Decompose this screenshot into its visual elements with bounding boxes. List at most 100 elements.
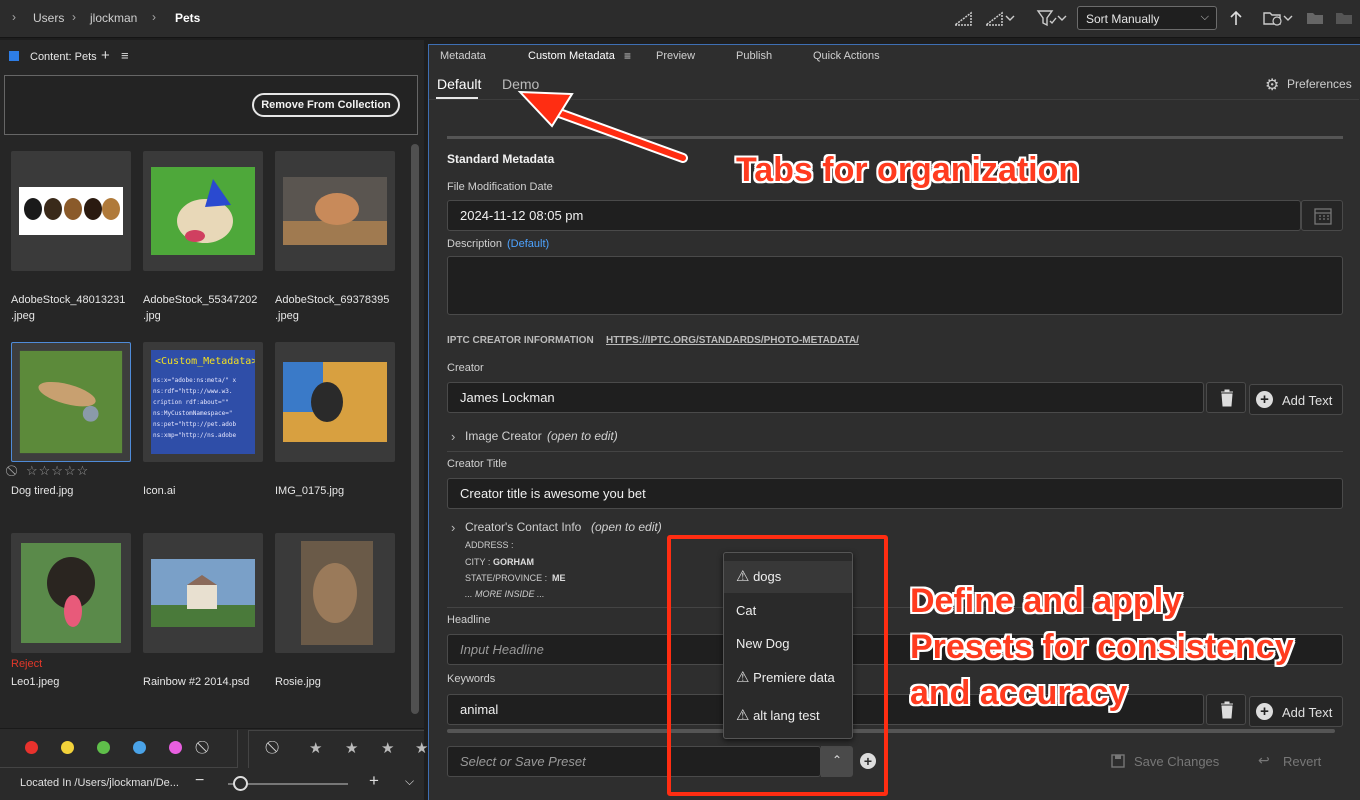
asset-thumbnail[interactable] — [11, 533, 131, 653]
creator-title-label: Creator Title — [447, 458, 507, 470]
asset-thumbnail[interactable] — [275, 533, 395, 653]
label-yellow-icon[interactable] — [61, 741, 74, 754]
thumbnail-size-small-icon[interactable] — [953, 9, 973, 27]
chevron-down-icon: ⌵ — [1200, 11, 1209, 23]
zoom-in-icon[interactable]: + — [369, 771, 379, 791]
label-purple-icon[interactable] — [169, 741, 182, 754]
tab-menu-icon[interactable]: ≡ — [624, 49, 631, 63]
sort-select[interactable]: Sort Manually ⌵ — [1077, 6, 1217, 30]
open-to-edit-hint: (open to edit) — [591, 520, 662, 534]
zoom-out-icon[interactable]: − — [195, 772, 204, 790]
calendar-button[interactable] — [1301, 200, 1343, 231]
tab-publish[interactable]: Publish — [736, 50, 772, 62]
file-mod-date-field[interactable]: 2024-11-12 08:05 pm — [447, 200, 1301, 231]
star-icon[interactable]: ★ — [345, 739, 358, 757]
thumbnail-size-large-icon[interactable] — [984, 9, 1016, 27]
breadcrumb-jlockman[interactable]: jlockman — [90, 11, 137, 25]
asset-name: AdobeStock_55347202 .jpg — [143, 294, 258, 322]
icon-ai-title: <Custom_Metadata> — [155, 356, 255, 367]
breadcrumb-pets: Pets — [175, 11, 201, 25]
chevron-right-icon[interactable]: › — [451, 520, 455, 535]
save-icon — [1111, 754, 1125, 768]
chevron-right-icon[interactable]: › — [451, 429, 455, 444]
breadcrumb-users[interactable]: Users — [33, 11, 64, 25]
tab-quick-actions[interactable]: Quick Actions — [813, 50, 880, 62]
description-label: Description — [447, 238, 503, 250]
image-creator-expander[interactable]: Image Creator — [465, 429, 542, 443]
recent-folder-icon[interactable] — [1262, 9, 1294, 27]
zoom-slider-handle[interactable] — [233, 776, 248, 791]
preferences-button[interactable]: Preferences — [1287, 77, 1352, 91]
trash-icon — [1221, 389, 1233, 407]
asset-thumbnail-selected[interactable] — [11, 342, 131, 462]
chevron-down-icon[interactable]: ⌵ — [405, 774, 414, 789]
star-icon[interactable]: ★ — [381, 739, 394, 757]
asset-name: AdobeStock_69378395 .jpeg — [275, 294, 390, 322]
headline-label: Headline — [447, 614, 491, 626]
label-red-icon[interactable] — [25, 741, 38, 754]
content-scrollbar[interactable] — [411, 144, 419, 714]
keywords-label: Keywords — [447, 673, 496, 685]
collection-color-icon — [9, 51, 19, 61]
save-changes-button[interactable]: Save Changes — [1134, 754, 1219, 769]
remove-from-collection-button[interactable]: Remove From Collection — [252, 93, 400, 117]
star-rating[interactable]: ☆☆☆☆☆ — [26, 463, 89, 479]
form-horizontal-scrollbar[interactable] — [447, 729, 1335, 733]
annotation-arrow-icon — [517, 90, 688, 163]
menu-icon[interactable]: ≡ — [121, 48, 129, 63]
description-default-tag[interactable]: (Default) — [507, 238, 549, 250]
add-text-label: Add Text — [1282, 393, 1333, 408]
label-green-icon[interactable] — [97, 741, 110, 754]
iptc-link[interactable]: HTTPS://IPTC.ORG/STANDARDS/PHOTO-METADAT… — [606, 335, 859, 346]
calendar-icon — [1314, 208, 1332, 225]
filter-icon[interactable] — [1036, 9, 1068, 27]
star-icon[interactable]: ★ — [309, 739, 322, 757]
asset-thumbnail[interactable] — [275, 151, 395, 271]
breadcrumb-chevron-icon: › — [12, 10, 16, 24]
content-panel-title: Content: Pets — [30, 51, 97, 63]
asset-thumbnail[interactable] — [11, 151, 131, 271]
address-label: ADDRESS : — [465, 540, 514, 550]
tab-preview[interactable]: Preview — [656, 50, 695, 62]
description-field[interactable] — [447, 256, 1343, 315]
add-text-creator-button[interactable]: + Add Text — [1249, 384, 1343, 415]
open-to-edit-hint: (open to edit) — [547, 429, 618, 443]
file-mod-label: File Modification Date — [447, 181, 553, 193]
tab-custom-metadata[interactable]: Custom Metadata — [528, 50, 615, 62]
asset-name: AdobeStock_48013231 .jpeg — [11, 294, 126, 322]
state-value: ME — [552, 573, 566, 583]
asset-name: Rainbow #2 2014.psd — [143, 676, 250, 688]
annotation-presets: Define and apply Presets for consistency… — [910, 582, 1294, 712]
add-icon[interactable]: + — [101, 47, 110, 64]
city-label: CITY : — [465, 557, 491, 567]
asset-thumbnail[interactable] — [143, 533, 263, 653]
asset-thumbnail[interactable] — [143, 151, 263, 271]
star-icon[interactable]: ★ — [415, 739, 428, 757]
delete-creator-button[interactable] — [1206, 382, 1246, 413]
divider — [447, 451, 1343, 452]
label-blue-icon[interactable] — [133, 741, 146, 754]
iptc-label: IPTC CREATOR INFORMATION — [447, 335, 594, 346]
asset-name: Leo1.jpeg — [11, 676, 60, 688]
creator-field[interactable]: James Lockman — [447, 382, 1204, 413]
creator-label: Creator — [447, 362, 484, 374]
folder-open-icon[interactable] — [1334, 9, 1354, 27]
annotation-highlight-box — [667, 535, 888, 796]
creator-title-field[interactable]: Creator title is awesome you bet — [447, 478, 1343, 509]
reject-status: Reject — [11, 658, 43, 670]
state-label: STATE/PROVINCE : — [465, 573, 548, 583]
asset-thumbnail[interactable]: <Custom_Metadata> ns:x="adobe:ns:meta/" … — [143, 342, 263, 462]
folder-icon[interactable] — [1305, 9, 1325, 27]
gear-icon[interactable]: ⚙ — [1265, 75, 1279, 95]
subtab-default[interactable]: Default — [437, 76, 481, 92]
revert-button[interactable]: Revert — [1283, 754, 1321, 769]
breadcrumb-chevron-icon: › — [72, 10, 76, 24]
breadcrumb-chevron-icon: › — [152, 10, 156, 24]
sort-ascending-icon[interactable] — [1226, 9, 1246, 27]
asset-thumbnail[interactable] — [275, 342, 395, 462]
plus-circle-icon: + — [1256, 391, 1273, 408]
tab-metadata[interactable]: Metadata — [440, 50, 486, 62]
annotation-tabs: Tabs for organization — [736, 151, 1080, 189]
contact-info-expander[interactable]: Creator's Contact Info — [465, 520, 581, 534]
sort-select-value: Sort Manually — [1086, 12, 1160, 26]
